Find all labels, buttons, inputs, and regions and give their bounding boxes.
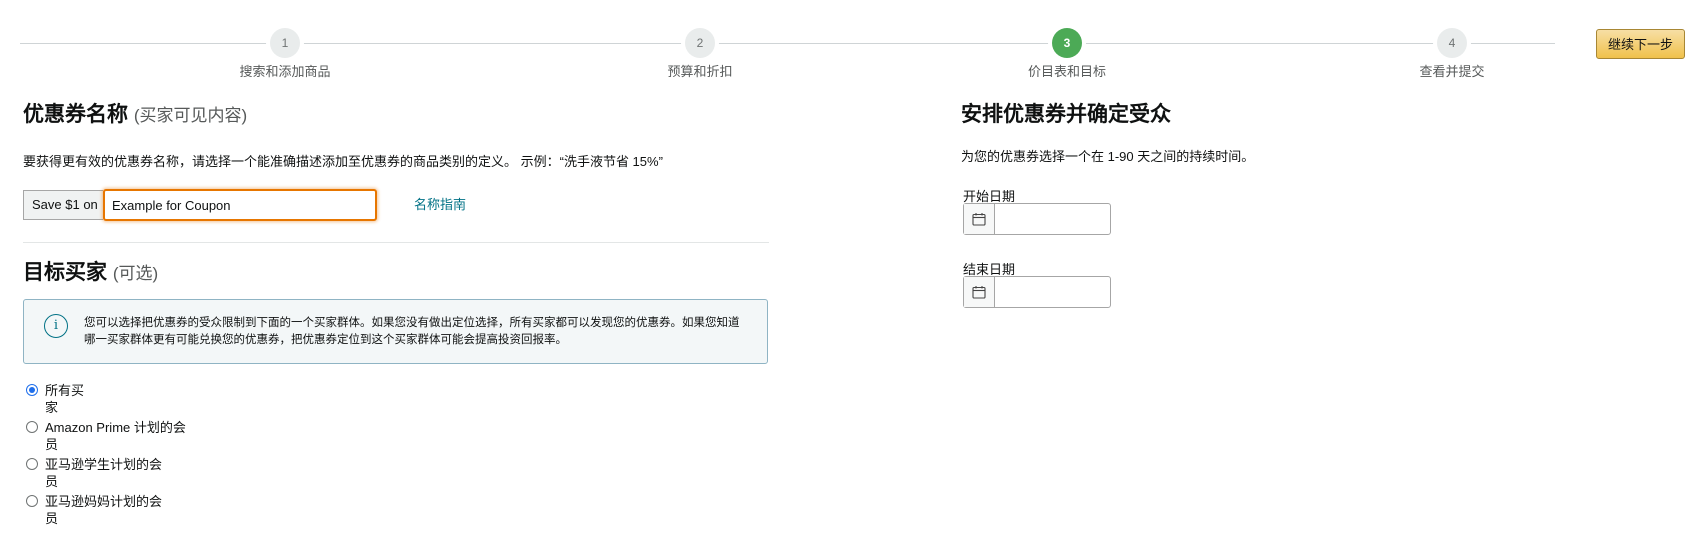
step-3-circle: 3 xyxy=(1052,28,1082,58)
continue-button[interactable]: 继续下一步 xyxy=(1596,29,1685,59)
radio-option-family-members[interactable]: 亚马逊妈妈计划的会员 xyxy=(25,493,195,530)
step-3-label: 价目表和目标 xyxy=(1027,64,1106,79)
coupon-name-description: 要获得更有效的优惠券名称，请选择一个能准确描述添加至优惠券的商品类别的定义。 示… xyxy=(23,154,663,169)
coupon-name-subtitle: (买家可见内容) xyxy=(133,106,248,125)
step-4-circle: 4 xyxy=(1437,28,1467,58)
coupon-name-prefix: Save $1 on xyxy=(23,190,103,220)
section-divider xyxy=(23,242,769,243)
radio-button[interactable] xyxy=(26,384,38,396)
step-2-circle: 2 xyxy=(685,28,715,58)
coupon-name-heading: 优惠券名称 (买家可见内容) xyxy=(23,98,247,128)
radio-button[interactable] xyxy=(26,495,38,507)
target-buyers-info-text: 您可以选择把优惠券的受众限制到下面的一个买家群体。如果您没有做出定位选择，所有买… xyxy=(84,317,740,346)
target-buyers-title: 目标买家 xyxy=(23,261,107,284)
radio-label: 亚马逊学生计划的会员 xyxy=(45,457,163,489)
schedule-title: 安排优惠券并确定受众 xyxy=(961,103,1171,126)
step-3: 3 价目表和目标 xyxy=(967,28,1167,80)
step-1: 1 搜索和添加商品 xyxy=(185,28,385,80)
step-4: 4 查看并提交 xyxy=(1352,28,1552,80)
radio-button[interactable] xyxy=(26,421,38,433)
target-buyers-heading: 目标买家 (可选) xyxy=(23,256,158,286)
step-2: 2 预算和折扣 xyxy=(600,28,800,80)
target-buyers-subtitle: (可选) xyxy=(112,264,159,283)
radio-label: 所有买家 xyxy=(45,383,85,415)
coupon-name-input[interactable] xyxy=(103,189,377,221)
step-4-label: 查看并提交 xyxy=(1419,64,1485,79)
start-date-field[interactable] xyxy=(963,203,1113,235)
name-guide-link[interactable]: 名称指南 xyxy=(414,194,466,213)
schedule-description: 为您的优惠券选择一个在 1-90 天之间的持续时间。 xyxy=(961,149,1255,164)
radio-button[interactable] xyxy=(26,458,38,470)
radio-option-prime-members[interactable]: Amazon Prime 计划的会员 xyxy=(25,419,195,456)
radio-option-student-members[interactable]: 亚马逊学生计划的会员 xyxy=(25,456,195,493)
radio-option-all-buyers[interactable]: 所有买家 xyxy=(25,382,195,419)
end-date-input[interactable] xyxy=(995,277,1113,307)
step-1-label: 搜索和添加商品 xyxy=(239,64,331,79)
calendar-icon[interactable] xyxy=(964,277,995,307)
end-date-field[interactable] xyxy=(963,276,1113,308)
progress-stepper: 1 搜索和添加商品 2 预算和折扣 3 价目表和目标 4 查看并提交 xyxy=(20,28,1555,79)
start-date-input[interactable] xyxy=(995,204,1113,234)
calendar-icon[interactable] xyxy=(964,204,995,234)
step-2-label: 预算和折扣 xyxy=(667,64,733,79)
step-1-circle: 1 xyxy=(270,28,300,58)
target-buyers-radio-group: 所有买家 Amazon Prime 计划的会员 亚马逊学生计划的会员 亚马逊妈妈… xyxy=(25,382,195,530)
coupon-name-title: 优惠券名称 xyxy=(23,103,128,126)
radio-label: Amazon Prime 计划的会员 xyxy=(45,420,186,452)
target-buyers-info-box: i 您可以选择把优惠券的受众限制到下面的一个买家群体。如果您没有做出定位选择，所… xyxy=(23,299,768,364)
radio-label: 亚马逊妈妈计划的会员 xyxy=(45,494,163,526)
info-icon: i xyxy=(44,314,68,338)
